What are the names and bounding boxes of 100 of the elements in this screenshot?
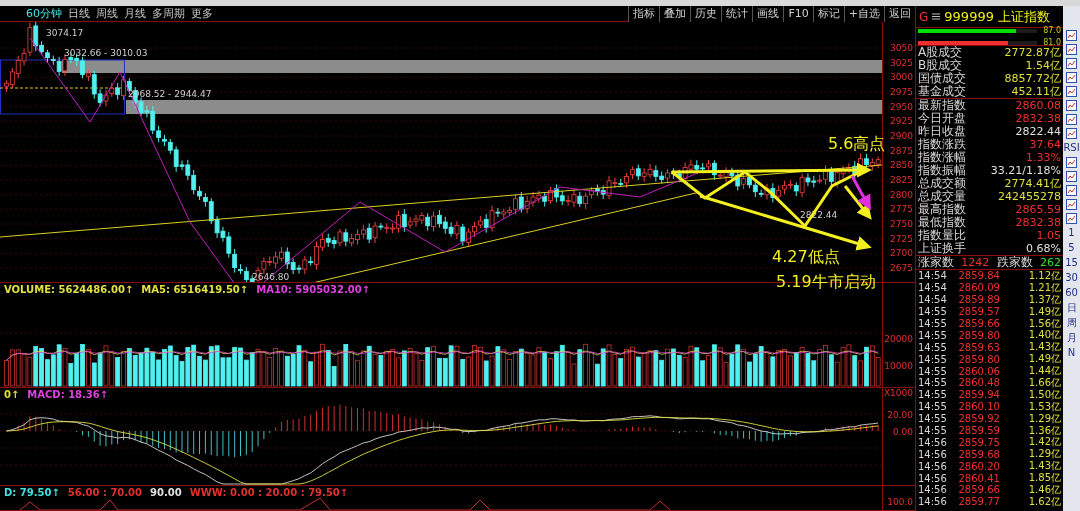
indicator-value: MACD: 18.36↑ [27, 389, 109, 400]
chart-tool-icon[interactable] [1066, 30, 1077, 41]
period-shortcut[interactable]: 15 [1065, 257, 1078, 269]
chart-tool-icon[interactable] [1066, 199, 1077, 210]
period-shortcut[interactable]: 周 [1066, 317, 1077, 329]
price-label: 3032.66 - 3010.03 [64, 48, 148, 58]
period-tab[interactable]: 日线 [68, 6, 90, 21]
tick-price: 2859.77 [958, 496, 1001, 508]
period-shortcut[interactable]: 日 [1066, 302, 1077, 314]
stat-label: 最低指数 [918, 215, 966, 229]
tick-price: 2860.41 [958, 472, 1001, 484]
period-shortcut[interactable]: 5 [1068, 242, 1075, 254]
period-tab[interactable]: 月线 [124, 6, 146, 21]
period-tab[interactable]: 周线 [96, 6, 118, 21]
chart-tool-icon[interactable] [1066, 72, 1077, 83]
period-shortcut[interactable]: N [1067, 347, 1076, 359]
tick-time: 14:55 [918, 341, 948, 353]
tick-price: 2859.63 [958, 341, 1001, 353]
index-code: 999999 [944, 9, 994, 24]
period-shortcut[interactable]: 30 [1065, 272, 1078, 284]
tick-time: 14:56 [918, 472, 948, 484]
tick-time: 14:55 [918, 413, 948, 425]
period-tab[interactable]: 60分钟 [26, 6, 62, 21]
tick-price: 2859.80 [958, 353, 1001, 365]
stat-value: 242455278 [998, 190, 1061, 203]
tick-price: 2860.09 [958, 282, 1001, 294]
axis-label: 2900 [890, 129, 914, 143]
tick-price: 2859.66 [958, 318, 1001, 329]
stat-label: 上证换手 [918, 240, 966, 256]
axis-label: 3050 [890, 42, 914, 55]
tick-time: 14:55 [918, 377, 948, 389]
stat-value: 0.68% [1026, 242, 1061, 255]
chart-tool-icon[interactable] [1066, 44, 1077, 55]
period-shortcut[interactable]: 1 [1068, 227, 1075, 239]
ratio-value: 81.0 [1042, 38, 1061, 47]
tick-time: 14:55 [918, 318, 948, 329]
indicator-value: VOLUME: 5624486.00↑ [4, 284, 134, 295]
stat-label: 国债成交 [918, 70, 966, 85]
stat-label: 基金成交 [918, 83, 966, 99]
ratio-value: 87.0 [1042, 26, 1061, 35]
axis-label: 2825 [890, 173, 914, 187]
stat-label: 昨日收盘 [918, 124, 966, 138]
tick-time: 14:56 [918, 448, 948, 460]
menu-icon[interactable] [932, 13, 941, 20]
breadth-label: 涨家数 [918, 254, 954, 271]
stat-label: 指数振幅 [918, 163, 966, 177]
tick-price: 2859.68 [958, 448, 1001, 460]
tick-price: 2860.06 [958, 365, 1001, 377]
tick-time: 14:56 [918, 460, 948, 472]
period-tab[interactable]: 更多 [191, 6, 213, 21]
chart-tool-icon[interactable] [1066, 100, 1077, 111]
stat-label: 最高指数 [918, 201, 966, 216]
tick-time: 14:55 [918, 389, 948, 401]
stat-value: 37.64 [1029, 138, 1061, 151]
chart-tool-icon[interactable] [1066, 213, 1077, 224]
indicator-value: MA10: 5905032.00↑ [256, 284, 371, 295]
tick-time: 14:56 [918, 496, 948, 508]
stat-value: 1.05 [1036, 229, 1061, 242]
tick-time: 14:55 [918, 425, 948, 436]
tick-amount: 1.37亿 [1027, 292, 1061, 307]
tick-amount: 1.66亿 [1027, 375, 1061, 390]
chart-tool-icon[interactable] [1066, 171, 1077, 182]
chart-tool-icon[interactable] [1066, 157, 1077, 168]
stat-value: 2772.87亿 [1004, 45, 1061, 60]
indicator-value: MA5: 6516419.50↑ [141, 284, 249, 295]
chart-tool-icon[interactable] [1066, 185, 1077, 196]
tick-price: 2860.10 [958, 401, 1001, 413]
period-shortcut[interactable]: 月 [1066, 332, 1077, 344]
tick-price: 2859.94 [958, 389, 1001, 401]
axis-label: 2875 [890, 144, 914, 158]
axis-label: 2775 [890, 203, 914, 217]
tick-time: 14:54 [918, 294, 948, 306]
chart-tool-icon[interactable] [1066, 86, 1077, 97]
tick-time: 14:55 [918, 329, 948, 341]
stat-value: 8857.72亿 [1004, 71, 1061, 86]
tick-price: 2859.57 [958, 306, 1001, 318]
tick-price: 2859.75 [958, 436, 1001, 448]
period-shortcut[interactable]: RSI [1063, 142, 1080, 154]
stat-value: 452.11亿 [1011, 84, 1061, 99]
chart-tool-icon[interactable] [1066, 114, 1077, 125]
axis-label: 2950 [890, 100, 914, 114]
stat-label: 指数量比 [918, 228, 966, 242]
tick-amount: 1.29亿 [1027, 411, 1061, 426]
chart-tool-icon[interactable] [1066, 58, 1077, 69]
tick-amount: 1.50亿 [1027, 387, 1061, 402]
tick-price: 2859.66 [958, 484, 1001, 496]
axis-label: 100.0 [887, 496, 914, 508]
stat-value: 2774.41亿 [1004, 176, 1061, 191]
tick-amount: 1.43亿 [1027, 340, 1061, 354]
stat-label: 指数涨跌 [918, 137, 966, 151]
period-shortcut[interactable]: 60 [1065, 287, 1078, 299]
axis-label: 10000 [884, 360, 914, 373]
tick-price: 2860.20 [958, 460, 1001, 472]
axis-label: 2725 [890, 232, 914, 246]
chart-tool-icon[interactable] [1066, 128, 1077, 139]
tick-price: 2859.80 [958, 329, 1001, 341]
period-tab[interactable]: 多周期 [152, 6, 185, 21]
tick-amount: 1.49亿 [1027, 352, 1061, 366]
axis-label: 0.00 [892, 426, 914, 439]
tick-time: 14:56 [918, 484, 948, 496]
